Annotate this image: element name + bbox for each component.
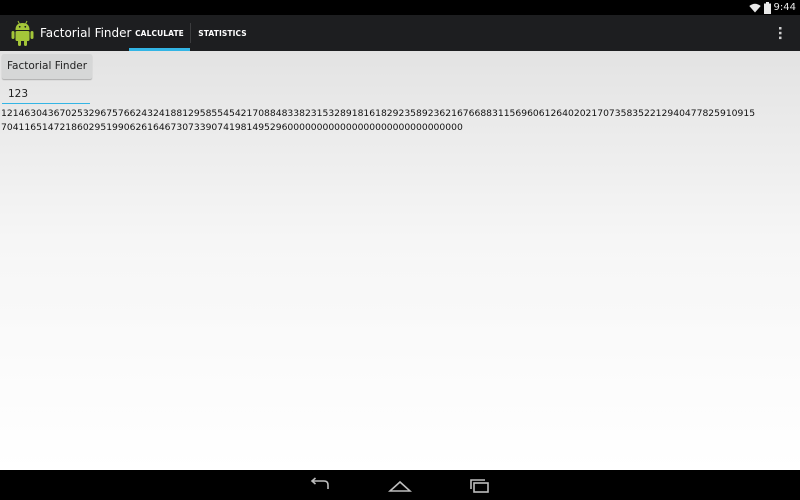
recents-icon[interactable] xyxy=(468,477,492,493)
factorial-finder-button[interactable]: Factorial Finder xyxy=(2,54,92,79)
android-icon xyxy=(11,20,34,46)
number-input-field[interactable] xyxy=(2,84,90,104)
number-input[interactable] xyxy=(8,86,86,102)
navigation-bar xyxy=(0,470,800,500)
app-title: Factorial Finder xyxy=(40,26,132,40)
status-indicators: 9:44 xyxy=(748,1,796,14)
status-bar: 9:44 xyxy=(0,0,800,15)
home-icon[interactable] xyxy=(388,477,412,493)
tab-calculate-label: CALCULATE xyxy=(135,28,184,38)
action-bar: Factorial Finder CALCULATE STATISTICS xyxy=(0,15,800,51)
factorial-result: 1214630436702532967576624324188129585545… xyxy=(1,107,799,134)
result-line: 1214630436702532967576624324188129585545… xyxy=(1,108,756,119)
overflow-menu-icon[interactable] xyxy=(770,25,790,41)
wifi-icon xyxy=(748,3,761,12)
tab-statistics[interactable]: STATISTICS xyxy=(192,15,253,51)
tab-divider xyxy=(190,23,191,43)
status-time: 9:44 xyxy=(773,2,796,13)
back-icon[interactable] xyxy=(308,477,332,493)
battery-icon xyxy=(763,1,771,14)
tab-calculate[interactable]: CALCULATE xyxy=(129,15,190,51)
main-content: Factorial Finder 12146304367025329675766… xyxy=(0,51,800,470)
result-line: 7041165147218602951990626164673073390741… xyxy=(1,121,463,133)
tab-statistics-label: STATISTICS xyxy=(198,28,247,38)
